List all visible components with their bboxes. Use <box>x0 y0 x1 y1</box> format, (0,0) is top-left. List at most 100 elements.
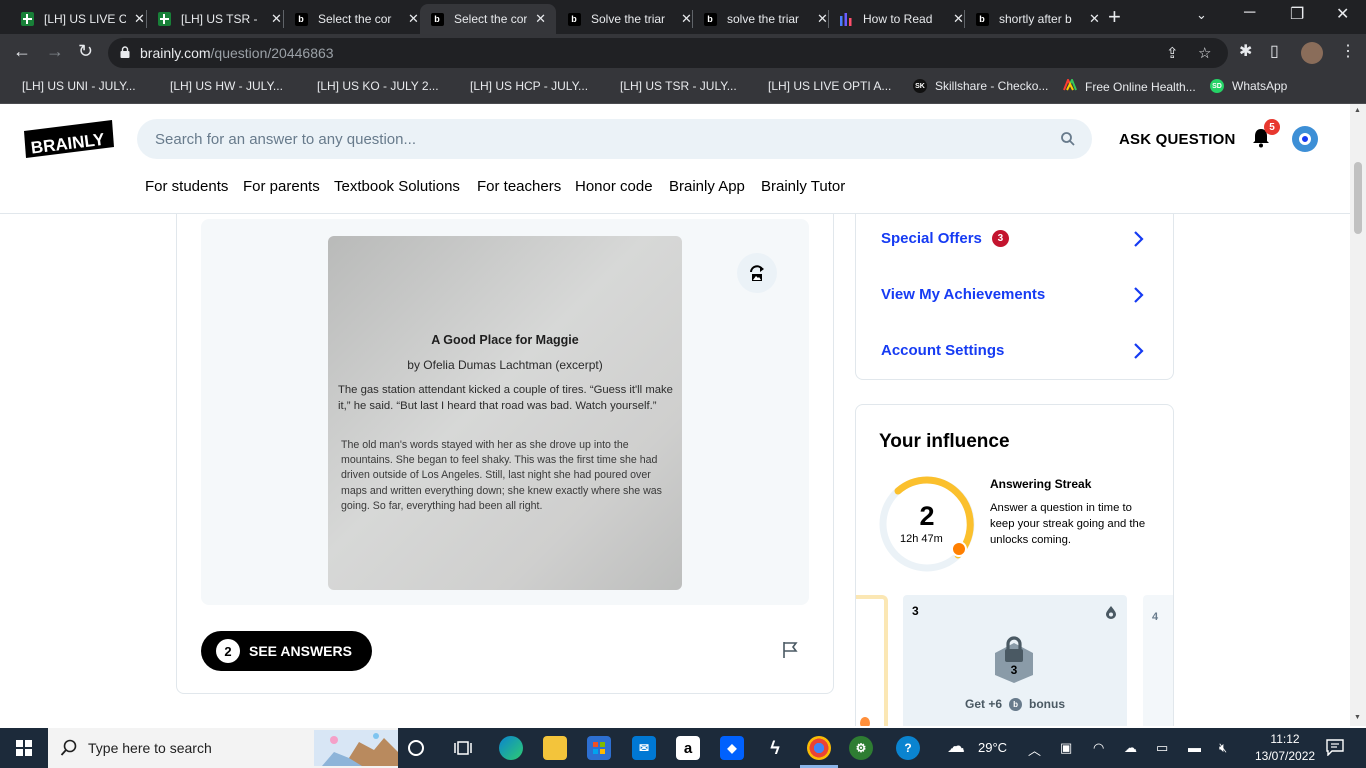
special-offers-link[interactable]: Special Offers 3 <box>881 230 1009 247</box>
notification-center-icon[interactable] <box>1326 738 1344 756</box>
bookmark-item[interactable]: [LH] US LIVE OPTI A... <box>760 79 891 93</box>
page-scrollbar[interactable]: ▲ ▼ <box>1350 104 1366 726</box>
whatsapp-icon: SD <box>1210 79 1224 93</box>
nav-for-teachers[interactable]: For teachers <box>477 178 561 195</box>
view-achievements-link[interactable]: View My Achievements <box>881 286 1045 303</box>
mail-icon[interactable]: ✉ <box>632 736 656 760</box>
bookmark-item[interactable]: [LH] US UNI - JULY... <box>14 79 136 93</box>
tab-title: [LH] US TSR - <box>181 12 258 26</box>
web-page: BRAINLY Search for an answer to any ques… <box>0 104 1350 726</box>
taskbar-search-box[interactable]: Type here to search <box>48 728 398 768</box>
reload-icon[interactable]: ↻ <box>78 41 93 62</box>
cortana-icon[interactable] <box>404 736 428 760</box>
bookmark-item[interactable]: [LH] US HCP - JULY... <box>462 79 588 93</box>
battery-icon[interactable]: ▬ <box>1188 740 1201 755</box>
close-tab-icon[interactable]: ✕ <box>953 11 964 27</box>
search-icon[interactable] <box>1060 131 1076 147</box>
browser-tab[interactable]: b shortly after b ✕ <box>965 4 1110 34</box>
level-card[interactable]: 3 3 Get +6 b bonus <box>903 595 1127 726</box>
bookmark-item[interactable]: [LH] US HW - JULY... <box>162 79 283 93</box>
task-view-icon[interactable] <box>451 736 475 760</box>
nav-honor-code[interactable]: Honor code <box>575 178 653 195</box>
chevron-right-icon[interactable] <box>1132 230 1144 248</box>
question-attachment-image[interactable]: A Good Place for Maggie by Ofelia Dumas … <box>328 236 682 590</box>
profile-avatar[interactable] <box>1301 42 1323 64</box>
microsoft-store-icon[interactable] <box>587 736 611 760</box>
nav-brainly-tutor[interactable]: Brainly Tutor <box>761 178 845 195</box>
new-tab-button[interactable]: + <box>1108 6 1121 28</box>
lock-icon <box>120 46 130 58</box>
rotate-image-button[interactable] <box>737 253 777 293</box>
nav-for-students[interactable]: For students <box>145 178 228 195</box>
amazon-icon[interactable]: a <box>676 736 700 760</box>
scroll-thumb[interactable] <box>1354 162 1362 234</box>
browser-tab[interactable]: b Solve the triar ✕ <box>557 4 702 34</box>
browser-tab[interactable]: [LH] US TSR - ✕ <box>147 4 292 34</box>
browser-tab[interactable]: [LH] US LIVE C ✕ <box>10 4 155 34</box>
nav-brainly-app[interactable]: Brainly App <box>669 178 745 195</box>
tab-title: [LH] US LIVE C <box>44 12 126 26</box>
side-panel-icon[interactable]: ▯ <box>1270 41 1279 61</box>
user-avatar[interactable] <box>1292 126 1318 152</box>
chevron-right-icon[interactable] <box>1132 286 1144 304</box>
close-tab-icon[interactable]: ✕ <box>817 11 828 27</box>
system-clock[interactable]: 11:12 13/07/2022 <box>1255 731 1315 765</box>
bookmark-item[interactable]: Free Online Health... <box>1063 77 1196 94</box>
weather-cloud-icon[interactable]: ☁ <box>947 736 965 757</box>
report-flag-icon[interactable] <box>782 641 798 659</box>
extensions-icon[interactable]: ✱ <box>1239 41 1252 61</box>
search-input[interactable]: Search for an answer to any question... <box>137 119 1092 159</box>
wifi-icon[interactable]: ◠ <box>1093 740 1104 756</box>
forward-icon[interactable]: → <box>46 41 64 62</box>
scroll-down-icon[interactable]: ▼ <box>1354 714 1361 721</box>
restore-button[interactable]: ❐ <box>1290 4 1304 24</box>
display-icon[interactable]: ▭ <box>1156 740 1168 756</box>
volume-muted-icon[interactable]: 🔇︎ <box>1219 740 1227 756</box>
tab-title: Select the cor <box>318 12 392 26</box>
close-tab-icon[interactable]: ✕ <box>1089 11 1100 27</box>
scroll-up-icon[interactable]: ▲ <box>1354 107 1361 114</box>
account-settings-link[interactable]: Account Settings <box>881 342 1004 359</box>
tray-chevron-up-icon[interactable]: ︿ <box>1028 740 1041 759</box>
browser-tab[interactable]: b Select the cor ✕ <box>284 4 429 34</box>
nav-textbook-solutions[interactable]: Textbook Solutions <box>334 178 460 195</box>
chrome-icon[interactable] <box>807 736 831 760</box>
back-icon[interactable]: ← <box>13 41 31 62</box>
bookmark-star-icon[interactable]: ☆ <box>1198 44 1211 62</box>
cloud-sync-icon[interactable]: ☁ <box>1124 740 1137 756</box>
bookmark-item[interactable]: SK Skillshare - Checko... <box>913 79 1048 93</box>
file-explorer-icon[interactable] <box>543 736 567 760</box>
close-tab-icon[interactable]: ✕ <box>535 11 546 27</box>
close-tab-icon[interactable]: ✕ <box>271 11 282 27</box>
bookmark-item[interactable]: [LH] US KO - JULY 2... <box>309 79 439 93</box>
help-icon[interactable]: ? <box>896 736 920 760</box>
brainly-logo[interactable]: BRAINLY <box>24 118 114 158</box>
windows-start-icon[interactable] <box>16 740 32 756</box>
share-icon[interactable]: ⇪ <box>1166 44 1179 62</box>
nav-for-parents[interactable]: For parents <box>243 178 320 195</box>
tray-device-icon[interactable]: ▣ <box>1060 740 1072 756</box>
browser-tab[interactable]: b solve the triar ✕ <box>693 4 838 34</box>
minimize-button[interactable]: ─ <box>1244 4 1255 22</box>
green-app-icon[interactable]: ⚙ <box>849 736 873 760</box>
dropbox-icon[interactable]: ◆ <box>720 736 744 760</box>
ask-question-button[interactable]: ASK QUESTION <box>1119 131 1236 148</box>
menu-dots-icon[interactable]: ⋮ <box>1340 41 1356 61</box>
edge-icon[interactable] <box>499 736 523 760</box>
temperature[interactable]: 29°C <box>978 740 1007 755</box>
see-answers-button[interactable]: 2 SEE ANSWERS <box>201 631 372 671</box>
bookmark-item[interactable]: [LH] US TSR - JULY... <box>612 79 737 93</box>
tab-search-chevron-icon[interactable]: ⌄ <box>1196 7 1207 23</box>
close-tab-icon[interactable]: ✕ <box>134 11 145 27</box>
address-bar[interactable]: brainly.com/question/20446863 ⇪ ☆ <box>108 38 1228 68</box>
next-level-card[interactable]: 4 <box>1143 595 1173 726</box>
chevron-right-icon[interactable] <box>1132 342 1144 360</box>
bookmark-item[interactable]: SD WhatsApp <box>1210 79 1287 93</box>
skillshare-icon: SK <box>913 79 927 93</box>
browser-tab[interactable]: How to Read ✕ <box>829 4 974 34</box>
lightning-app-icon[interactable]: ϟ <box>763 736 787 760</box>
close-window-button[interactable]: ✕ <box>1336 4 1349 24</box>
close-tab-icon[interactable]: ✕ <box>681 11 692 27</box>
browser-tab-active[interactable]: b Select the cor ✕ <box>420 4 556 34</box>
close-tab-icon[interactable]: ✕ <box>408 11 419 27</box>
